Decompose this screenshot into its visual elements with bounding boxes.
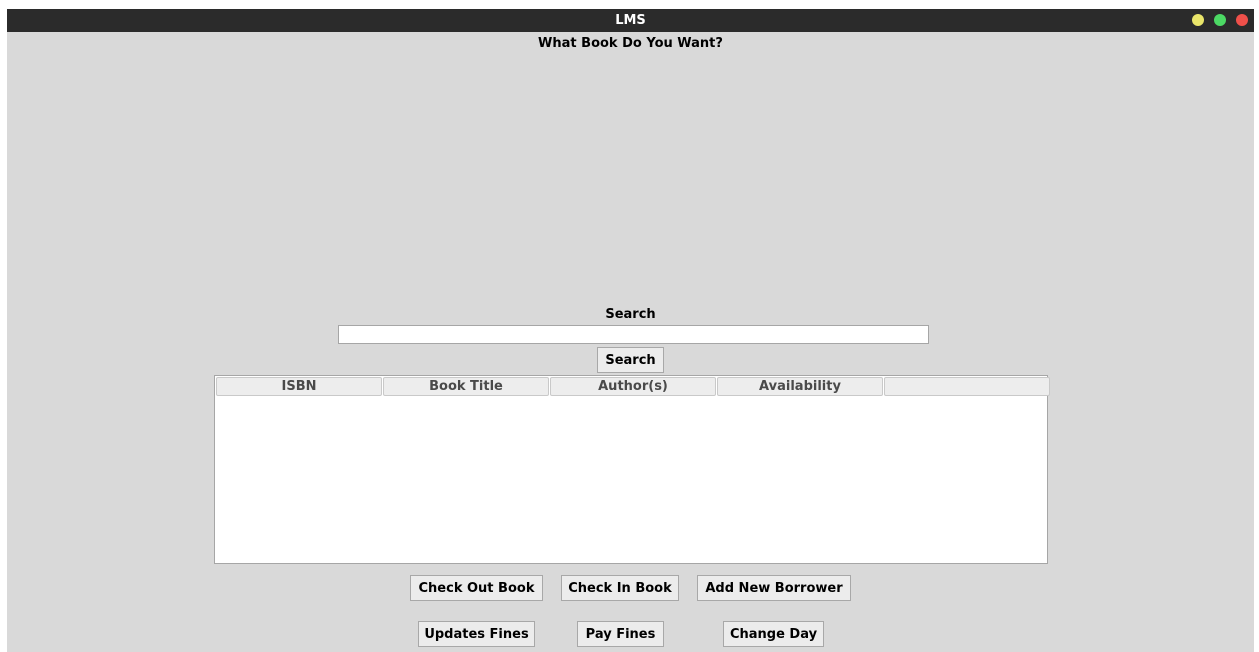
maximize-icon[interactable] — [1214, 14, 1226, 26]
column-header-isbn[interactable]: ISBN — [216, 377, 382, 396]
column-header-empty[interactable] — [884, 377, 1050, 396]
pay-fines-button[interactable]: Pay Fines — [577, 621, 664, 647]
search-label: Search — [605, 307, 656, 322]
check-out-book-button[interactable]: Check Out Book — [410, 575, 543, 601]
change-day-button[interactable]: Change Day — [723, 621, 824, 647]
column-header-book-title[interactable]: Book Title — [383, 377, 549, 396]
window-controls — [1192, 14, 1248, 27]
app-window: LMS What Book Do You Want? Search Search… — [7, 9, 1254, 652]
column-header-availability[interactable]: Availability — [717, 377, 883, 396]
title-bar[interactable]: LMS — [7, 9, 1254, 32]
search-button[interactable]: Search — [597, 347, 664, 373]
column-header-authors[interactable]: Author(s) — [550, 377, 716, 396]
results-table[interactable]: ISBN Book Title Author(s) Availability — [214, 375, 1051, 564]
close-icon[interactable] — [1236, 14, 1248, 26]
update-fines-button[interactable]: Updates Fines — [418, 621, 535, 647]
add-new-borrower-button[interactable]: Add New Borrower — [697, 575, 851, 601]
search-input[interactable] — [338, 325, 929, 344]
window-title: LMS — [615, 13, 646, 28]
check-in-book-button[interactable]: Check In Book — [561, 575, 679, 601]
table-header: ISBN Book Title Author(s) Availability — [216, 377, 1051, 396]
minimize-icon[interactable] — [1192, 14, 1204, 26]
page-title: What Book Do You Want? — [538, 36, 723, 51]
